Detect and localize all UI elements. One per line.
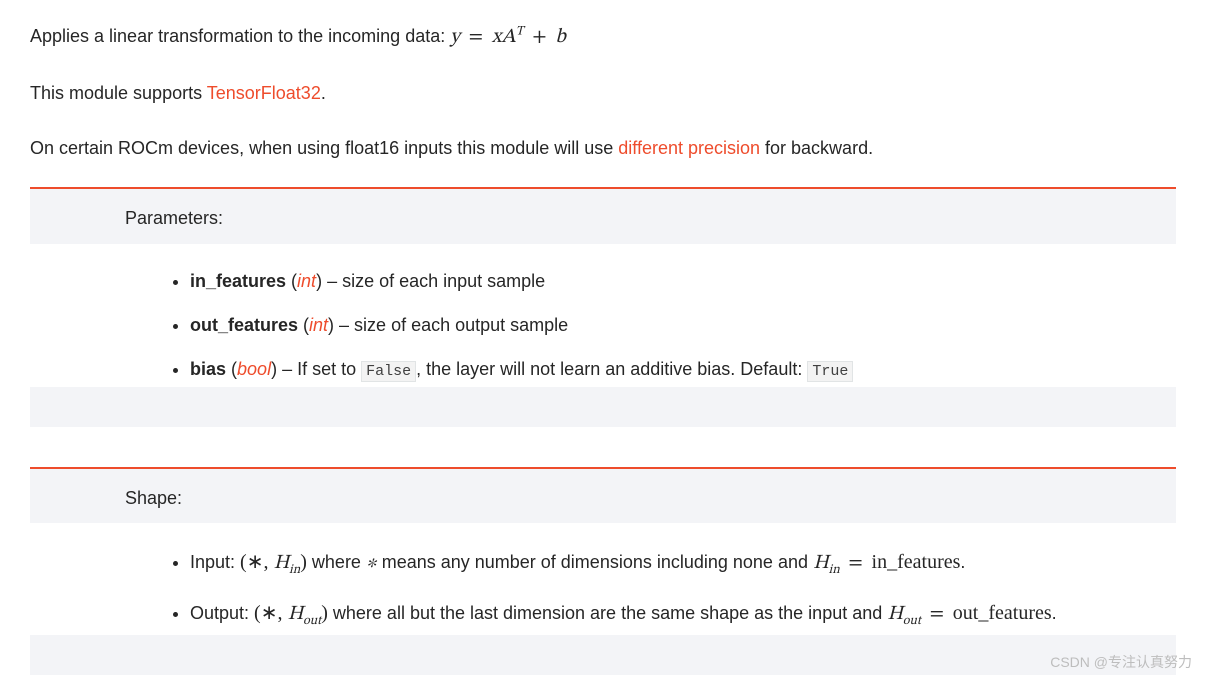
shape-list: Input: (∗, Hin) where ∗ means any number… [30,543,1176,634]
parameters-section: Parameters: in_features (int) – size of … [30,187,1176,426]
parameters-list: in_features (int) – size of each input s… [30,264,1176,387]
code-true: True [807,361,853,382]
tensorfloat32-link[interactable]: TensorFloat32 [207,83,321,103]
bool-type-link[interactable]: bool [237,359,271,379]
int-type-link[interactable]: int [309,315,328,335]
linear-formula: y = xAT + b [450,27,566,47]
param-in-features: in_features (int) – size of each input s… [190,264,1176,298]
tensorfloat-paragraph: This module supports TensorFloat32. [30,78,1176,109]
csdn-watermark: CSDN @专注认真努力 [1050,651,1192,675]
shape-input-tuple: (∗, Hin) [240,553,307,573]
shape-output-tuple: (∗, Hout) [254,604,328,624]
shape-heading: Shape: [30,483,1176,514]
shape-h-out-eq: Hout = out_features [887,604,1051,624]
shape-h-in-eq: Hin = in_features [813,553,960,573]
int-type-link[interactable]: int [297,271,316,291]
code-false: False [361,361,416,382]
param-bias: bias (bool) – If set to False, the layer… [190,352,1176,387]
parameters-heading: Parameters: [30,203,1176,234]
shape-section: Shape: Input: (∗, Hin) where ∗ means any… [30,467,1176,675]
intro-text: Applies a linear transformation to the i… [30,26,450,46]
shape-output: Output: (∗, Hout) where all but the last… [190,594,1176,635]
param-out-features: out_features (int) – size of each output… [190,308,1176,342]
intro-paragraph: Applies a linear transformation to the i… [30,20,1176,54]
shape-input: Input: (∗, Hin) where ∗ means any number… [190,543,1176,584]
rocm-paragraph: On certain ROCm devices, when using floa… [30,133,1176,164]
different-precision-link[interactable]: different precision [618,138,760,158]
